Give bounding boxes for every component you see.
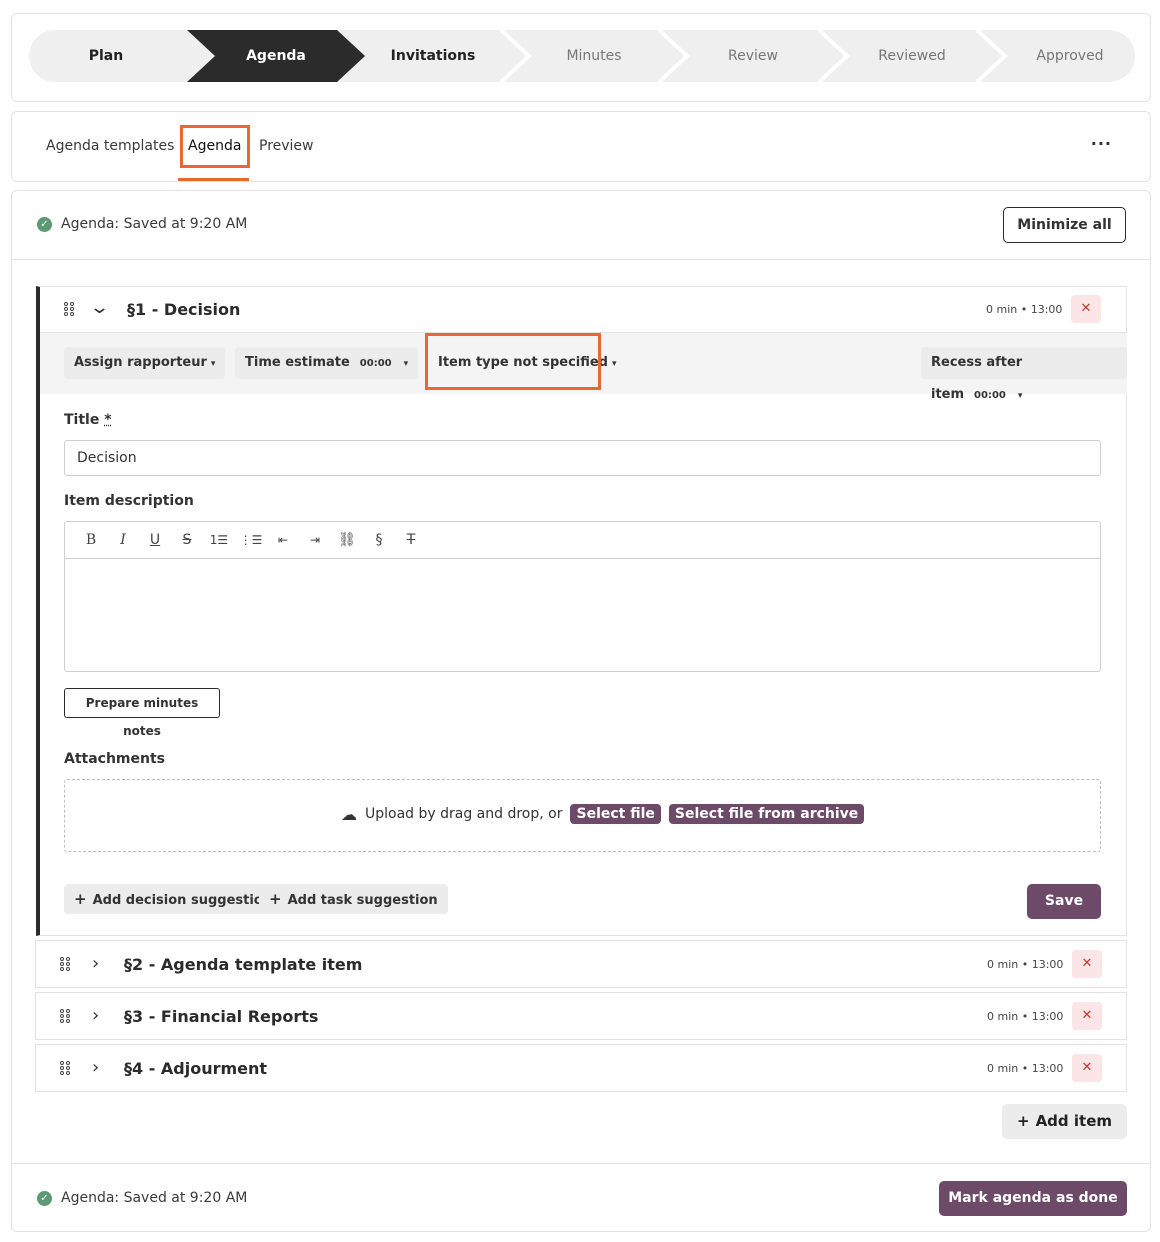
caret-down-icon: ▾ [210, 359, 216, 369]
plus-icon: + [1017, 1112, 1030, 1130]
step-approved[interactable]: Approved [1005, 30, 1135, 82]
save-status-bottom: ✓ Agenda: Saved at 9:20 AM [37, 1190, 247, 1206]
plus-icon: + [74, 890, 87, 908]
editor-toolbar: B I U S 1☰ ⋮☰ ⇤ ⇥ ⛓ § T [65, 522, 1100, 559]
agenda-item-2[interactable]: › §2 - Agenda template item 0 min • 13:0… [35, 940, 1127, 988]
close-icon: ✕ [1081, 1008, 1093, 1023]
underline-icon[interactable]: U [139, 532, 171, 548]
step-separator [817, 30, 850, 82]
ordered-list-icon[interactable]: 1☰ [203, 533, 235, 547]
item-options-toolbar: Assign rapporteur ▾ Time estimate 00:00 ▾ I… [40, 332, 1127, 402]
step-plan[interactable]: Plan [49, 30, 163, 82]
indent-icon[interactable]: ⇥ [299, 533, 331, 547]
drag-handle-icon[interactable] [60, 1009, 72, 1025]
save-status-text: Agenda: Saved at 9:20 AM [61, 1190, 248, 1206]
bold-icon[interactable]: B [75, 532, 107, 548]
agenda-item-meta: 0 min • 13:00 [986, 303, 1063, 316]
link-icon[interactable]: ⛓ [331, 532, 363, 548]
agenda-item-3[interactable]: › §3 - Financial Reports 0 min • 13:00 ✕ [35, 992, 1127, 1040]
add-task-suggestion-button[interactable]: + Add task suggestion [259, 884, 448, 914]
drag-handle-icon[interactable] [60, 957, 72, 973]
attachments-label: Attachments [64, 751, 166, 767]
agenda-item-title[interactable]: §1 - Decision [127, 300, 240, 319]
drag-handle-icon[interactable] [64, 302, 76, 318]
caret-down-icon: ▾ [1017, 391, 1023, 401]
caret-down-icon: ▾ [611, 359, 617, 369]
delete-item-button[interactable]: ✕ [1072, 950, 1102, 978]
bullet-list-icon[interactable]: ⋮☰ [235, 533, 267, 547]
clear-format-icon[interactable]: T [395, 532, 427, 548]
agenda-item-meta: 0 min • 13:00 [987, 1010, 1064, 1023]
prepare-minutes-button[interactable]: Prepare minutes notes [64, 688, 220, 738]
required-mark: * [104, 412, 112, 428]
divider [12, 1163, 1150, 1164]
close-icon: ✕ [1080, 301, 1092, 316]
tab-active-underline [178, 178, 249, 181]
chevron-right-icon[interactable]: › [92, 1057, 99, 1078]
caret-down-icon: ▾ [403, 359, 409, 369]
description-editor[interactable]: B I U S 1☰ ⋮☰ ⇤ ⇥ ⛓ § T [64, 521, 1101, 672]
agenda-item-meta: 0 min • 13:00 [987, 1062, 1064, 1075]
delete-item-button[interactable]: ✕ [1071, 295, 1101, 323]
tabs-card: Agenda templates Agenda Preview ··· [11, 111, 1151, 182]
tab-agenda-templates[interactable]: Agenda templates [46, 138, 174, 154]
step-separator [975, 30, 1008, 82]
close-icon: ✕ [1081, 1060, 1093, 1075]
close-icon: ✕ [1081, 956, 1093, 971]
workflow-stepper: Plan Agenda Invitations Minutes Review R… [29, 30, 1135, 82]
divider [12, 259, 1150, 260]
italic-icon[interactable]: I [107, 532, 139, 548]
agenda-item-title[interactable]: §3 - Financial Reports [124, 1007, 318, 1026]
agenda-item-meta: 0 min • 13:00 [987, 958, 1064, 971]
select-file-button[interactable]: Select file [570, 804, 661, 824]
step-review[interactable]: Review [687, 30, 819, 82]
tab-preview[interactable]: Preview [259, 138, 314, 154]
more-options-icon[interactable]: ··· [1091, 134, 1112, 153]
workflow-stepper-card: Plan Agenda Invitations Minutes Review R… [11, 13, 1151, 102]
item-description-label: Item description [64, 493, 194, 509]
attachment-dropzone[interactable]: ☁ Upload by drag and drop, or Select fil… [64, 779, 1101, 852]
recess-dropdown[interactable]: Recess after item 00:00 ▾ [921, 347, 1127, 402]
step-invitations[interactable]: Invitations [365, 30, 501, 82]
step-agenda[interactable]: Agenda [215, 30, 337, 82]
section-icon[interactable]: § [363, 532, 395, 548]
item-type-highlight [425, 333, 601, 390]
select-archive-button[interactable]: Select file from archive [668, 804, 865, 824]
title-label: Title * [64, 412, 112, 428]
agenda-item-title[interactable]: §4 - Adjourment [124, 1059, 267, 1078]
outdent-icon[interactable]: ⇤ [267, 533, 299, 547]
tab-agenda-highlight [180, 125, 250, 168]
agenda-item-title[interactable]: §2 - Agenda template item [124, 955, 362, 974]
time-estimate-dropdown[interactable]: Time estimate 00:00 ▾ [235, 347, 419, 379]
chevron-down-icon[interactable]: ⌄ [89, 297, 110, 318]
chevron-right-icon[interactable]: › [92, 1005, 99, 1026]
agenda-item-1: ⌄ §1 - Decision 0 min • 13:00 ✕ Assign r… [36, 286, 1127, 936]
step-separator [499, 30, 532, 82]
step-reviewed[interactable]: Reviewed [847, 30, 977, 82]
cloud-upload-icon: ☁ [341, 804, 357, 824]
chevron-right-icon[interactable]: › [92, 953, 99, 974]
drag-handle-icon[interactable] [60, 1061, 72, 1077]
upload-text: Upload by drag and drop, or [365, 806, 563, 822]
save-status-top: ✓ Agenda: Saved at 9:20 AM [37, 216, 247, 232]
agenda-editor-card: ✓ Agenda: Saved at 9:20 AM Minimize all … [11, 190, 1151, 1232]
delete-item-button[interactable]: ✕ [1072, 1054, 1102, 1082]
save-status-text: Agenda: Saved at 9:20 AM [61, 216, 248, 232]
step-separator [657, 30, 690, 82]
strikethrough-icon[interactable]: S [171, 532, 203, 548]
delete-item-button[interactable]: ✕ [1072, 1002, 1102, 1030]
title-input[interactable]: Decision [64, 440, 1101, 476]
add-decision-suggestion-button[interactable]: + Add decision suggestion [64, 884, 282, 914]
save-button[interactable]: Save [1027, 884, 1101, 919]
agenda-item-4[interactable]: › §4 - Adjourment 0 min • 13:00 ✕ [35, 1044, 1127, 1092]
add-item-button[interactable]: + Add item [1002, 1104, 1127, 1139]
minimize-all-button[interactable]: Minimize all [1003, 207, 1126, 243]
assign-rapporteur-dropdown[interactable]: Assign rapporteur ▾ [64, 347, 226, 379]
check-circle-icon: ✓ [37, 216, 52, 232]
check-circle-icon: ✓ [37, 1190, 52, 1206]
mark-agenda-done-button[interactable]: Mark agenda as done [939, 1181, 1127, 1216]
plus-icon: + [269, 890, 282, 908]
step-minutes[interactable]: Minutes [529, 30, 659, 82]
